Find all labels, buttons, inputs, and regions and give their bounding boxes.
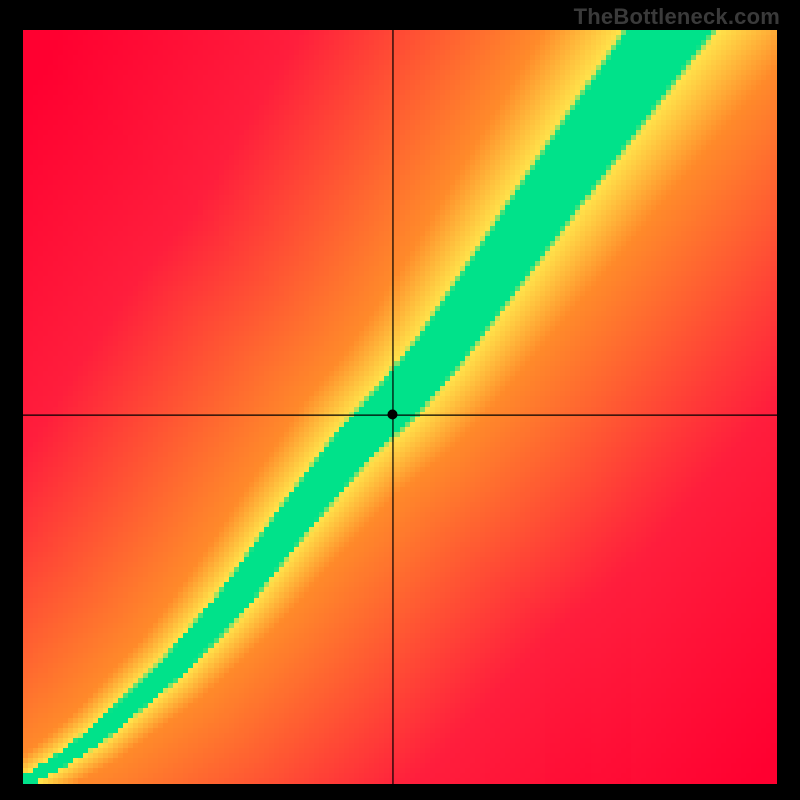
heatmap-canvas (23, 30, 777, 784)
watermark-text: TheBottleneck.com (574, 4, 780, 30)
heatmap-plot (23, 30, 777, 784)
chart-frame: TheBottleneck.com (0, 0, 800, 800)
